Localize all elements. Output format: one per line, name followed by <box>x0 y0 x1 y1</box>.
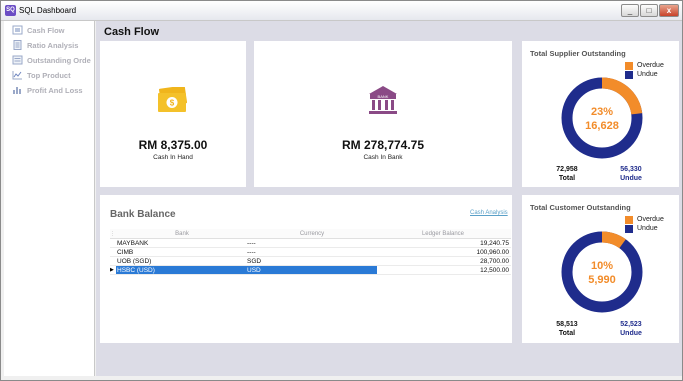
cell-currency[interactable]: SGD <box>247 257 377 265</box>
cell-ledger-balance[interactable]: 19,240.75 <box>377 239 511 247</box>
supplier-total-value: 72,958 <box>556 166 578 173</box>
sidebar: Cash Flow Ratio Analysis Outstanding Ord… <box>4 21 95 376</box>
bar-chart-icon <box>13 87 21 94</box>
cell-currency[interactable]: ---- <box>247 248 377 256</box>
sidebar-item-label: Top Product <box>27 70 71 80</box>
cell-ledger-balance[interactable]: 100,960.00 <box>377 248 511 256</box>
sidebar-item-profit-and-loss[interactable]: Profit And Loss <box>12 84 96 96</box>
app-window: SQ SQL Dashboard _ □ x Cash Flow Ratio A… <box>0 0 683 381</box>
sidebar-item-label: Ratio Analysis <box>27 40 79 50</box>
sidebar-item-ratio-analysis[interactable]: Ratio Analysis <box>12 39 96 51</box>
grid-header: ⋮ Bank Currency Ledger Balance <box>110 229 511 239</box>
sidebar-item-top-product[interactable]: Top Product <box>12 69 96 81</box>
table-row[interactable]: UOB (SGD) SGD 28,700.00 <box>110 257 511 266</box>
legend-label: Overdue <box>637 62 664 69</box>
wallet-icon <box>12 25 23 35</box>
cell-ledger-balance[interactable]: 28,700.00 <box>377 257 511 265</box>
table-row[interactable]: CIMB ---- 100,960.00 <box>110 248 511 257</box>
cell-bank[interactable]: MAYBANK <box>116 239 247 247</box>
app-icon: SQ <box>5 5 16 16</box>
supplier-donut-chart <box>561 77 643 159</box>
cash-in-hand-amount: RM 8,375.00 <box>138 138 208 152</box>
bank-icon: BANK <box>369 86 397 114</box>
supplier-outstanding-card: Total Supplier Outstanding Overdue Undue… <box>522 41 679 187</box>
bank-icon-text: BANK <box>378 94 389 99</box>
overdue-swatch <box>625 61 633 70</box>
cell-currency[interactable]: ---- <box>247 239 377 247</box>
bank-balance-title: Bank Balance <box>110 209 176 220</box>
cell-currency[interactable]: USD <box>247 266 377 274</box>
svg-text:$: $ <box>170 99 175 108</box>
supplier-undue-value: 56,330 <box>620 166 642 173</box>
customer-undue-value: 52,523 <box>620 321 642 328</box>
customer-overdue-percent: 10% <box>590 260 614 272</box>
table-row[interactable]: MAYBANK ---- 19,240.75 <box>110 239 511 248</box>
cell-ledger-balance[interactable]: 12,500.00 <box>377 266 511 274</box>
customer-outstanding-card: Total Customer Outstanding Overdue Undue… <box>522 195 679 343</box>
window-title: SQL Dashboard <box>19 6 77 15</box>
customer-total-label: Total <box>558 330 576 337</box>
cash-in-hand-card: $ RM 8,375.00 Cash In Hand <box>100 41 246 187</box>
overdue-swatch <box>625 215 633 224</box>
document-icon <box>13 40 22 50</box>
bank-balance-grid: ⋮ Bank Currency Ledger Balance MAYBANK -… <box>110 229 511 275</box>
sidebar-item-outstanding-order[interactable]: Outstanding Orde <box>12 54 96 66</box>
cell-bank[interactable]: HSBC (USD) <box>116 266 247 274</box>
sidebar-item-cash-flow[interactable]: Cash Flow <box>12 24 96 36</box>
supplier-overdue-percent: 23% <box>590 106 614 118</box>
cash-in-bank-amount: RM 278,774.75 <box>341 138 425 152</box>
column-header-currency[interactable]: Currency <box>247 229 377 238</box>
supplier-overdue-amount: 16,628 <box>585 120 619 132</box>
table-row-selected[interactable]: ▶ HSBC (USD) USD 12,500.00 <box>110 266 511 275</box>
main-panel: Cash Flow $ RM 8,375.00 Cash In Hand BAN… <box>96 21 682 376</box>
customer-total-value: 58,513 <box>556 321 578 328</box>
legend-label: Overdue <box>637 216 664 223</box>
cell-bank[interactable]: UOB (SGD) <box>116 257 247 265</box>
list-icon <box>12 55 23 65</box>
supplier-outstanding-title: Total Supplier Outstanding <box>530 49 626 58</box>
cash-analysis-link[interactable]: Cash Analysis <box>470 210 508 216</box>
column-header-ledger-balance[interactable]: Ledger Balance <box>377 229 511 238</box>
sidebar-item-label: Cash Flow <box>27 25 65 35</box>
sidebar-item-label: Outstanding Orde <box>27 55 91 65</box>
line-chart-icon <box>12 71 22 80</box>
cash-in-hand-label: Cash In Hand <box>153 154 193 161</box>
close-button[interactable]: x <box>659 4 679 17</box>
customer-undue-label: Undue <box>620 330 642 337</box>
legend-item-overdue: Overdue <box>625 215 664 224</box>
customer-overdue-amount: 5,990 <box>588 274 616 286</box>
customer-outstanding-title: Total Customer Outstanding <box>530 203 631 212</box>
money-icon: $ <box>158 87 187 112</box>
bank-balance-card: Bank Balance Cash Analysis ⋮ Bank Curren… <box>100 195 512 343</box>
column-header-bank[interactable]: Bank <box>116 229 247 238</box>
cash-in-bank-label: Cash In Bank <box>363 154 403 161</box>
title-bar[interactable]: SQ SQL Dashboard _ □ x <box>1 1 682 21</box>
minimize-button[interactable]: _ <box>621 4 639 17</box>
customer-donut-undue <box>561 231 643 313</box>
cash-in-bank-card: BANK RM 278,774.75 Cash In Bank <box>254 41 512 187</box>
page-title: Cash Flow <box>104 26 160 38</box>
sidebar-item-label: Profit And Loss <box>27 85 83 95</box>
supplier-undue-label: Undue <box>620 175 642 182</box>
legend-item-overdue: Overdue <box>625 61 664 70</box>
maximize-button[interactable]: □ <box>640 4 658 17</box>
customer-donut-chart <box>561 231 643 313</box>
cell-bank[interactable]: CIMB <box>116 248 247 256</box>
supplier-total-label: Total <box>558 175 576 182</box>
